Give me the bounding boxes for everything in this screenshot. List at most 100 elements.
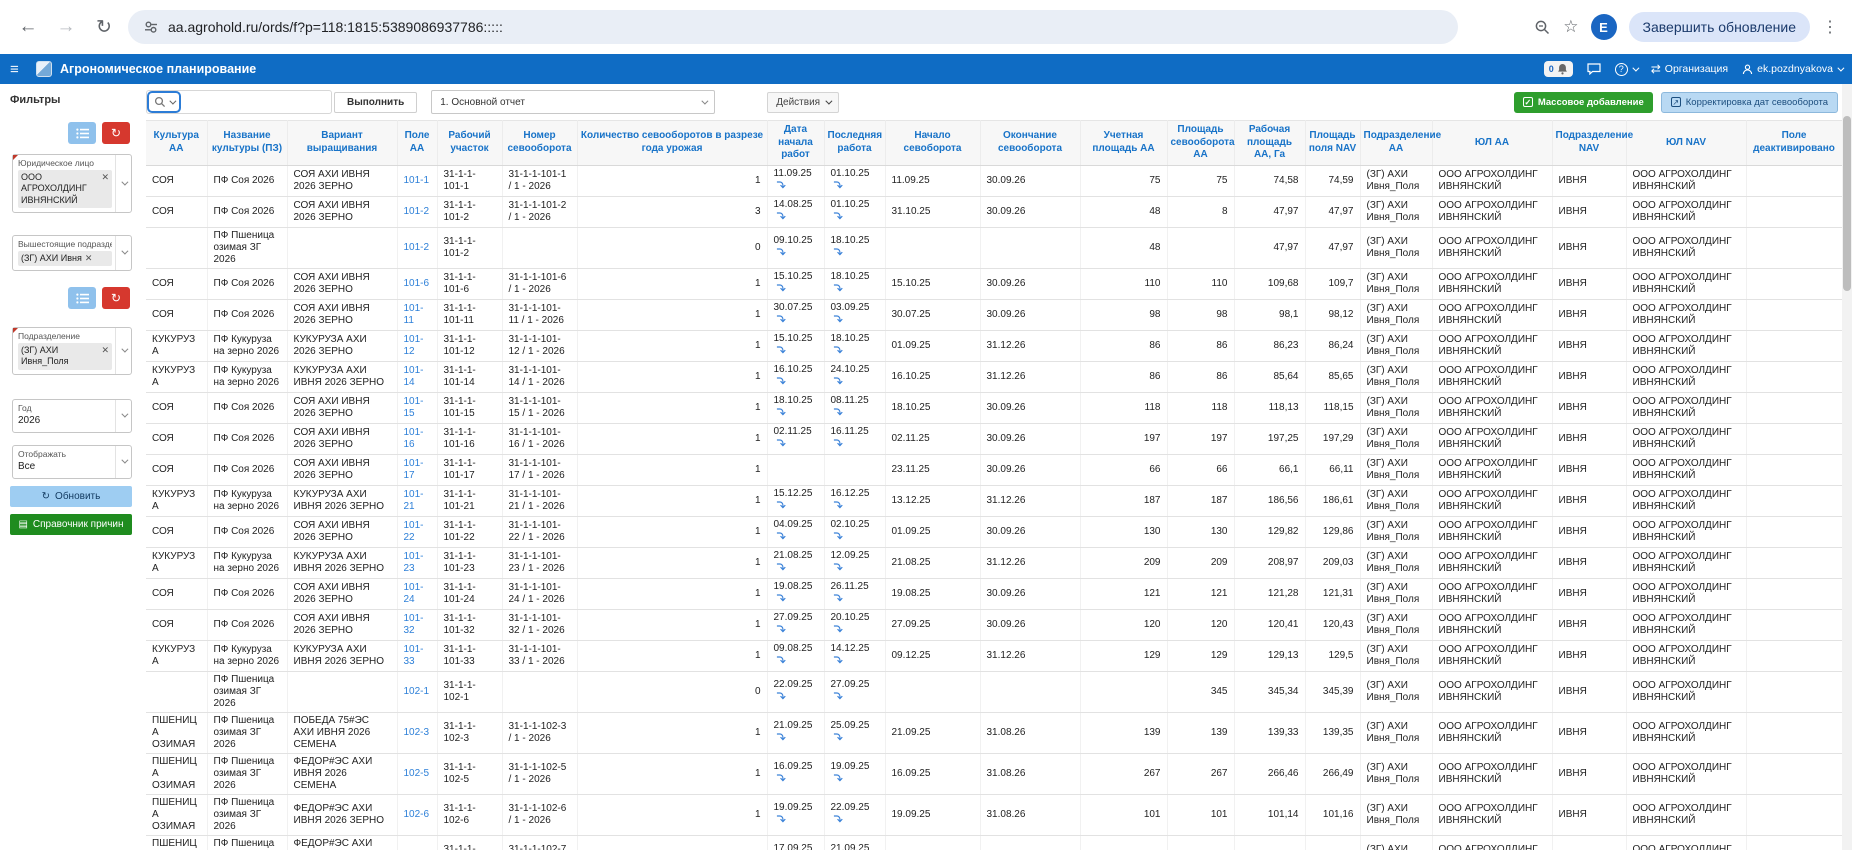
pull-date-icon[interactable]: [833, 345, 843, 355]
forward-icon[interactable]: →: [52, 13, 80, 41]
field-link[interactable]: 102-6: [404, 809, 430, 820]
pull-date-icon[interactable]: [776, 624, 786, 634]
filter-year[interactable]: Год 2026: [12, 399, 132, 433]
pull-date-icon[interactable]: [776, 314, 786, 324]
list-view-button[interactable]: [68, 287, 96, 309]
column-header[interactable]: Подразделение NAV: [1552, 121, 1626, 166]
back-icon[interactable]: ←: [14, 13, 42, 41]
refresh-button[interactable]: ↻ Обновить: [10, 486, 132, 507]
pull-date-icon[interactable]: [833, 314, 843, 324]
pull-date-icon[interactable]: [833, 562, 843, 572]
field-link[interactable]: 101-14: [404, 365, 424, 388]
field-link[interactable]: 101-16: [404, 427, 424, 450]
pull-date-icon[interactable]: [776, 283, 786, 293]
finish-update-button[interactable]: Завершить обновление: [1629, 12, 1810, 42]
filter-dropdown-toggle[interactable]: [115, 446, 131, 478]
help-menu[interactable]: ?: [1615, 63, 1637, 76]
pull-date-icon[interactable]: [833, 438, 843, 448]
list-view-button[interactable]: [68, 122, 96, 144]
column-header[interactable]: Площадь севооборота АА: [1167, 121, 1234, 166]
field-link[interactable]: 101-23: [404, 551, 424, 574]
field-link[interactable]: 101-21: [404, 489, 424, 512]
field-link[interactable]: 101-1: [404, 175, 430, 186]
report-select[interactable]: 1. Основной отчет: [431, 90, 715, 114]
field-link[interactable]: 101-2: [404, 242, 430, 253]
column-header[interactable]: Номер севооборота: [502, 121, 577, 166]
filter-dropdown-toggle[interactable]: [115, 400, 131, 432]
chat-icon[interactable]: [1587, 63, 1601, 75]
column-header[interactable]: Дата начала работ: [767, 121, 824, 166]
column-header[interactable]: Поле деактивировано: [1746, 121, 1842, 166]
pull-date-icon[interactable]: [776, 180, 786, 190]
column-header[interactable]: Учетная площадь АА: [1080, 121, 1167, 166]
field-link[interactable]: 101-17: [404, 458, 424, 481]
field-link[interactable]: 101-12: [404, 334, 424, 357]
pull-date-icon[interactable]: [833, 180, 843, 190]
organization-menu[interactable]: ⇄ Организация: [1651, 62, 1728, 76]
pull-date-icon[interactable]: [776, 407, 786, 417]
zoom-icon[interactable]: [1534, 19, 1551, 36]
remove-chip-icon[interactable]: ✕: [101, 345, 109, 356]
filter-legal-entity[interactable]: Юридическое лицо ООО АГРОХОЛДИНГ ИВНЯНСК…: [12, 154, 132, 213]
pull-date-icon[interactable]: [776, 773, 786, 783]
column-header[interactable]: Начало севоборота: [885, 121, 980, 166]
column-header[interactable]: Количество севооборотов в разрезе года у…: [577, 121, 767, 166]
pull-date-icon[interactable]: [833, 407, 843, 417]
field-link[interactable]: 101-24: [404, 582, 424, 605]
pull-date-icon[interactable]: [776, 531, 786, 541]
column-header[interactable]: Рабочая площадь АА, Га: [1234, 121, 1305, 166]
browser-menu-icon[interactable]: ⋮: [1822, 17, 1838, 37]
pull-date-icon[interactable]: [833, 500, 843, 510]
field-link[interactable]: 102-5: [404, 768, 430, 779]
pull-date-icon[interactable]: [776, 814, 786, 824]
reset-filter-button[interactable]: ↻: [102, 287, 130, 309]
filter-dropdown-toggle[interactable]: [115, 328, 131, 374]
column-header[interactable]: Культура АА: [146, 121, 207, 166]
filter-parent-division[interactable]: Вышестоящие подразде... (ЗГ) АХИ Ивня ✕: [12, 235, 132, 271]
column-header[interactable]: Последняя работа: [824, 121, 885, 166]
mass-add-button[interactable]: ✓ Массовое добавление: [1514, 92, 1653, 113]
column-header[interactable]: ЮЛ АА: [1432, 121, 1552, 166]
column-header[interactable]: Окончание севооборота: [980, 121, 1080, 166]
pull-date-icon[interactable]: [833, 732, 843, 742]
column-header[interactable]: Вариант выращивания: [287, 121, 397, 166]
pull-date-icon[interactable]: [776, 500, 786, 510]
pull-date-icon[interactable]: [776, 593, 786, 603]
bookmark-star-icon[interactable]: ☆: [1563, 17, 1578, 37]
field-link[interactable]: 101-11: [404, 303, 424, 326]
vertical-scrollbar[interactable]: [1842, 84, 1852, 850]
adjust-dates-button[interactable]: ↗ Корректировка дат севооборота: [1661, 92, 1838, 113]
column-header[interactable]: Поле АА: [397, 121, 437, 166]
filter-dropdown-toggle[interactable]: [115, 236, 131, 270]
search-column-selector[interactable]: [147, 91, 181, 113]
scrollbar-thumb[interactable]: [1843, 116, 1851, 291]
go-button[interactable]: Выполнить: [334, 92, 417, 113]
column-header[interactable]: Площадь поля NAV: [1305, 121, 1360, 166]
filter-division[interactable]: Подразделение (ЗГ) АХИ Ивня_Поля ✕: [12, 327, 132, 375]
column-header[interactable]: Название культуры (ПЗ): [207, 121, 287, 166]
pull-date-icon[interactable]: [833, 624, 843, 634]
pull-date-icon[interactable]: [776, 345, 786, 355]
reset-filter-button[interactable]: ↻: [102, 122, 130, 144]
pull-date-icon[interactable]: [833, 773, 843, 783]
pull-date-icon[interactable]: [776, 247, 786, 257]
pull-date-icon[interactable]: [776, 438, 786, 448]
pull-date-icon[interactable]: [776, 691, 786, 701]
notifications-button[interactable]: 0: [1544, 61, 1573, 77]
field-link[interactable]: 101-6: [404, 278, 430, 289]
pull-date-icon[interactable]: [833, 247, 843, 257]
pull-date-icon[interactable]: [776, 732, 786, 742]
pull-date-icon[interactable]: [776, 211, 786, 221]
remove-chip-icon[interactable]: ✕: [85, 253, 93, 264]
pull-date-icon[interactable]: [833, 814, 843, 824]
pull-date-icon[interactable]: [833, 283, 843, 293]
pull-date-icon[interactable]: [776, 562, 786, 572]
remove-chip-icon[interactable]: ✕: [101, 172, 109, 183]
field-link[interactable]: 102-3: [404, 727, 430, 738]
pull-date-icon[interactable]: [833, 691, 843, 701]
reload-icon[interactable]: ↻: [90, 13, 118, 41]
actions-button[interactable]: Действия: [767, 92, 839, 113]
search-input[interactable]: [181, 92, 331, 112]
user-menu[interactable]: ek.pozdnyakova: [1742, 63, 1842, 75]
field-link[interactable]: 101-15: [404, 396, 424, 419]
